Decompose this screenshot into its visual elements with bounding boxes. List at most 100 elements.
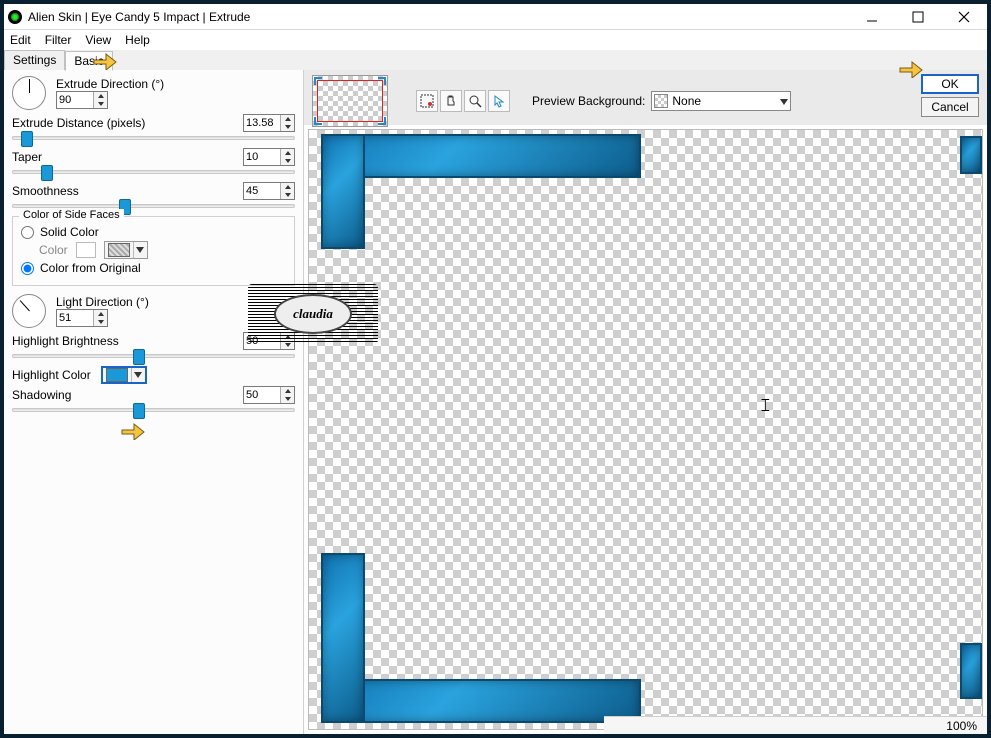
spin-up-icon[interactable] [281,149,294,157]
highlight-color-row: Highlight Color [12,366,295,384]
color-from-original-radio[interactable] [21,262,34,275]
color-from-original-label: Color from Original [40,261,141,275]
spin-down-icon[interactable] [281,395,294,403]
spin-up-icon[interactable] [94,310,107,318]
extrude-direction-row: Extrude Direction (°) [12,76,295,110]
app-icon [8,10,22,24]
navigator-thumbnail[interactable] [312,75,388,127]
zoom-level: 100% [946,719,977,733]
smoothness-slider[interactable] [12,204,295,208]
spin-up-icon[interactable] [281,183,294,191]
smoothness-row: Smoothness [12,182,295,208]
hand-tool-icon[interactable] [440,90,462,112]
tabs-row: Settings Basic [4,50,987,70]
transparency-swatch-icon [654,94,668,108]
spin-down-icon[interactable] [281,123,294,131]
spin-down-icon[interactable] [94,100,107,108]
preview-tools [416,90,510,112]
side-faces-legend: Color of Side Faces [19,209,124,221]
minimize-button[interactable] [849,4,895,29]
solid-color-radio[interactable] [21,226,34,239]
slider-thumb[interactable] [133,349,145,365]
close-button[interactable] [941,4,987,29]
tab-basic[interactable]: Basic [65,51,112,71]
marquee-tool-icon[interactable] [416,90,438,112]
taper-slider[interactable] [12,170,295,174]
pointer-tool-icon[interactable] [488,90,510,112]
spin-up-icon[interactable] [281,115,294,123]
extrude-distance-row: Extrude Distance (pixels) [12,114,295,140]
extrude-direction-spinbox[interactable] [56,91,108,109]
right-area: Preview Background: None OK Cancel [304,70,987,734]
ok-button[interactable]: OK [921,74,979,94]
side-faces-group: Color of Side Faces Solid Color Color Co… [12,216,295,286]
menu-edit[interactable]: Edit [10,33,31,47]
maximize-button[interactable] [895,4,941,29]
dialog-buttons: OK Cancel [921,74,979,117]
extrude-distance-spinbox[interactable] [243,114,295,132]
shadowing-row: Shadowing [12,386,295,412]
light-direction-spinbox[interactable] [56,309,108,327]
menu-help[interactable]: Help [125,33,150,47]
text-cursor-icon: 𝙸 [759,395,772,416]
preview-background-value: None [672,94,701,108]
extrude-distance-label: Extrude Distance (pixels) [12,116,145,130]
extruded-shape [960,136,982,174]
main-area: Extrude Direction (°) Extrude Distance (… [4,70,987,734]
extruded-shape [960,643,982,699]
shadowing-slider[interactable] [12,408,295,412]
extruded-shape [321,679,641,723]
color-label: Color [39,243,68,257]
spin-down-icon[interactable] [281,191,294,199]
menu-view[interactable]: View [85,33,111,47]
shadowing-label: Shadowing [12,388,71,402]
solid-color-label: Solid Color [40,225,99,239]
highlight-brightness-slider[interactable] [12,354,295,358]
light-direction-label: Light Direction (°) [56,295,149,309]
light-direction-dial[interactable] [12,294,46,328]
spin-down-icon[interactable] [94,318,107,326]
extrude-direction-input[interactable] [57,92,93,108]
preview-background-combo[interactable]: None [651,91,791,111]
slider-thumb[interactable] [21,131,33,147]
preview-background-label: Preview Background: [532,94,645,108]
preview-canvas[interactable]: 𝙸 [308,129,983,730]
light-direction-input[interactable] [57,310,93,326]
extrude-distance-input[interactable] [244,115,280,131]
tab-settings[interactable]: Settings [4,50,65,70]
taper-label: Taper [12,150,42,164]
window-controls [849,4,987,29]
smoothness-spinbox[interactable] [243,182,295,200]
zoom-tool-icon[interactable] [464,90,486,112]
app-window: Alien Skin | Eye Candy 5 Impact | Extrud… [0,0,991,738]
shadowing-spinbox[interactable] [243,386,295,404]
spin-up-icon[interactable] [94,92,107,100]
status-bar: 100% [604,716,987,734]
slider-thumb[interactable] [133,403,145,419]
shadowing-input[interactable] [244,387,280,403]
taper-row: Taper [12,148,295,174]
preview-toolbar: Preview Background: None OK Cancel [304,70,987,125]
extrude-direction-dial[interactable] [12,76,46,110]
highlight-color-button[interactable] [101,366,147,384]
taper-input[interactable] [244,149,280,165]
spin-up-icon[interactable] [281,387,294,395]
highlight-brightness-label: Highlight Brightness [12,334,119,348]
menubar: Edit Filter View Help [4,30,987,50]
extrude-distance-slider[interactable] [12,136,295,140]
window-title: Alien Skin | Eye Candy 5 Impact | Extrud… [28,10,849,24]
smoothness-input[interactable] [244,183,280,199]
cancel-button[interactable]: Cancel [921,97,979,117]
preview-background-control: Preview Background: None [532,91,791,111]
titlebar: Alien Skin | Eye Candy 5 Impact | Extrud… [4,4,987,30]
slider-thumb[interactable] [41,165,53,181]
spin-down-icon[interactable] [281,157,294,165]
color-picker-button[interactable] [104,241,148,259]
watermark-text: claudia [274,294,352,334]
highlight-color-label: Highlight Color [12,368,91,382]
color-swatch[interactable] [76,242,96,258]
taper-spinbox[interactable] [243,148,295,166]
menu-filter[interactable]: Filter [45,33,72,47]
extruded-shape [321,134,365,249]
watermark: claudia [248,284,378,344]
